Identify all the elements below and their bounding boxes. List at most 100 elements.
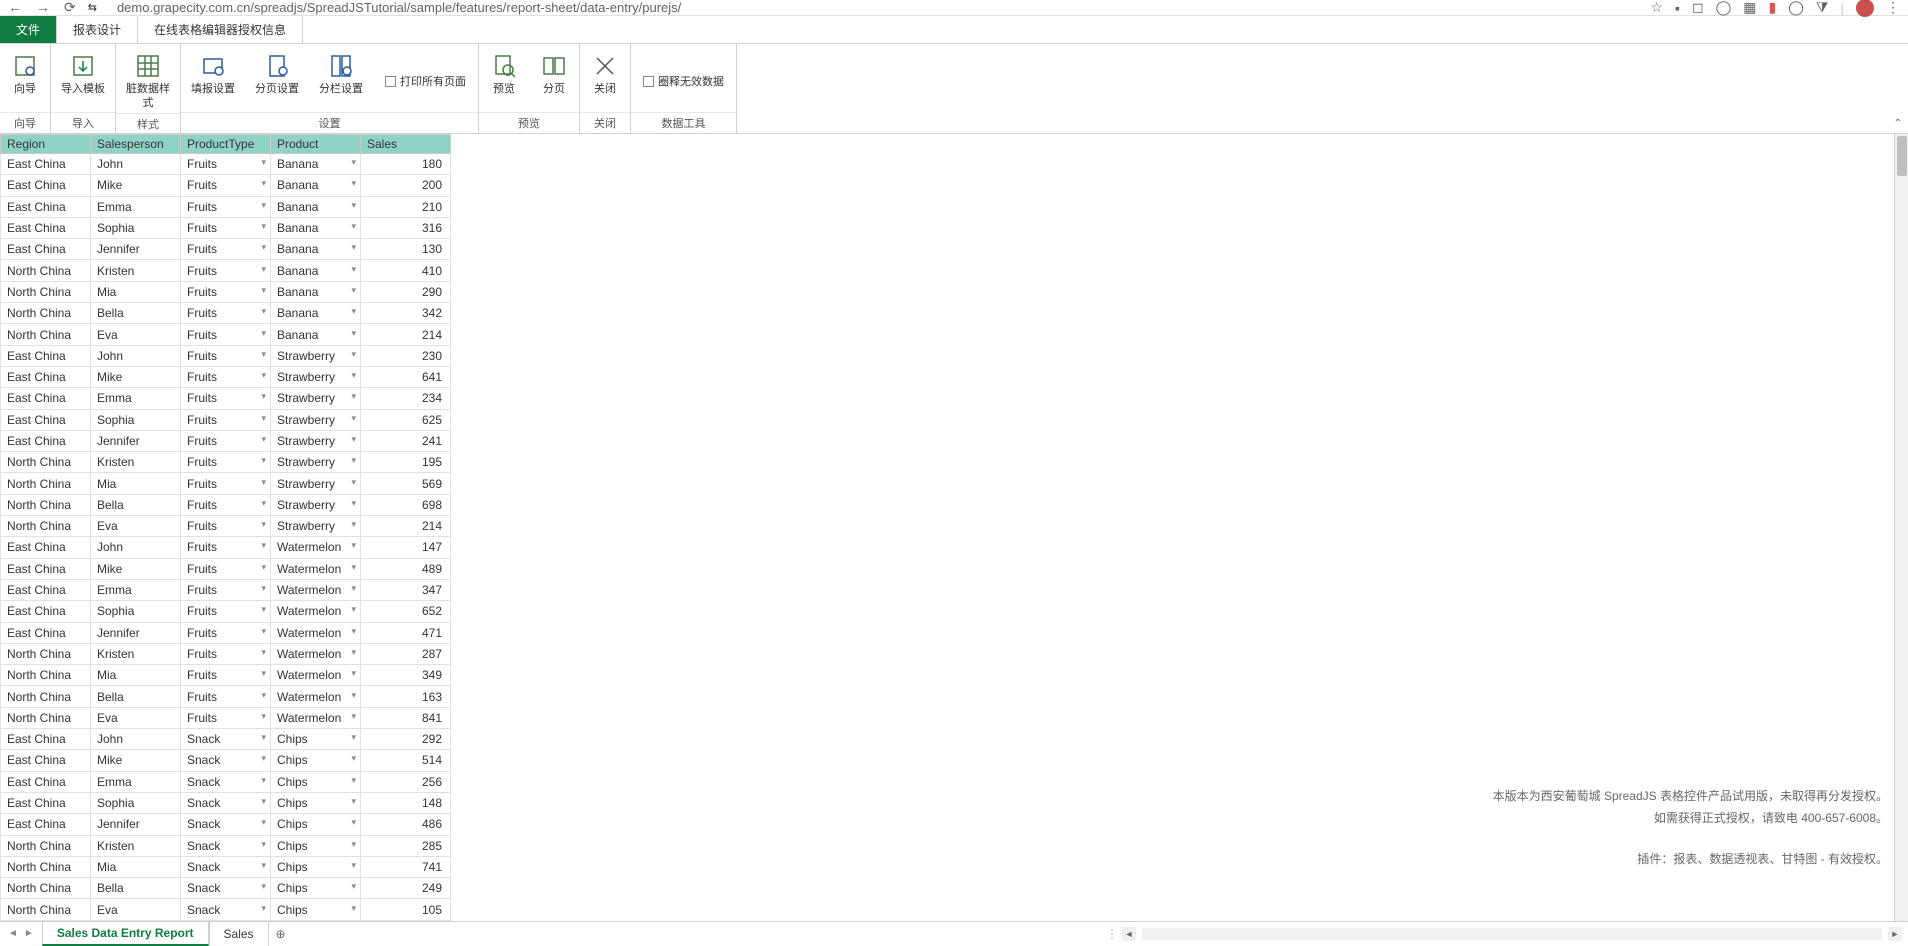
cell-region[interactable]: North China xyxy=(1,643,91,664)
fill-setting-button[interactable]: 填报设置 xyxy=(181,50,245,112)
cell-region[interactable]: East China xyxy=(1,217,91,238)
table-row[interactable]: North ChinaEvaFruitsWatermelon841 xyxy=(1,707,451,728)
cell-region[interactable]: East China xyxy=(1,175,91,196)
cell-product-dropdown[interactable]: Strawberry xyxy=(271,452,361,473)
cell-salesperson[interactable]: Jennifer xyxy=(91,622,181,643)
cell-product-dropdown[interactable]: Strawberry xyxy=(271,409,361,430)
cell-salesperson[interactable]: Mia xyxy=(91,665,181,686)
table-row[interactable]: East ChinaJenniferFruitsStrawberry241 xyxy=(1,430,451,451)
cell-product-dropdown[interactable]: Chips xyxy=(271,814,361,835)
tab-file[interactable]: 文件 xyxy=(0,16,57,43)
cell-sales[interactable]: 195 xyxy=(361,452,451,473)
cell-region[interactable]: East China xyxy=(1,558,91,579)
cell-region[interactable]: North China xyxy=(1,494,91,515)
cell-salesperson[interactable]: Kristen xyxy=(91,835,181,856)
cell-producttype-dropdown[interactable]: Snack xyxy=(181,878,271,899)
cell-product-dropdown[interactable]: Watermelon xyxy=(271,537,361,558)
cell-sales[interactable]: 287 xyxy=(361,643,451,664)
paginate-button[interactable]: 分页 xyxy=(529,50,579,112)
cell-product-dropdown[interactable]: Banana xyxy=(271,281,361,302)
cell-region[interactable]: North China xyxy=(1,707,91,728)
hscroll-grip-icon[interactable]: ⋮ xyxy=(1106,927,1118,941)
cell-region[interactable]: East China xyxy=(1,537,91,558)
cell-salesperson[interactable]: Sophia xyxy=(91,792,181,813)
cell-salesperson[interactable]: Eva xyxy=(91,899,181,921)
circle-invalid-checkbox[interactable]: 圈释无效数据 xyxy=(631,50,736,112)
cell-region[interactable]: North China xyxy=(1,516,91,537)
cell-region[interactable]: North China xyxy=(1,835,91,856)
cell-sales[interactable]: 163 xyxy=(361,686,451,707)
cell-product-dropdown[interactable]: Banana xyxy=(271,175,361,196)
cell-producttype-dropdown[interactable]: Snack xyxy=(181,750,271,771)
cell-product-dropdown[interactable]: Chips xyxy=(271,878,361,899)
col-producttype[interactable]: ProductType xyxy=(181,135,271,154)
cell-region[interactable]: North China xyxy=(1,452,91,473)
table-row[interactable]: East ChinaJenniferFruitsBanana130 xyxy=(1,239,451,260)
cell-producttype-dropdown[interactable]: Snack xyxy=(181,814,271,835)
cell-sales[interactable]: 147 xyxy=(361,537,451,558)
profile-avatar[interactable] xyxy=(1856,0,1874,17)
cell-sales[interactable]: 214 xyxy=(361,516,451,537)
cell-region[interactable]: North China xyxy=(1,324,91,345)
print-all-checkbox[interactable]: 打印所有页面 xyxy=(373,50,478,112)
table-row[interactable]: North ChinaMiaFruitsWatermelon349 xyxy=(1,665,451,686)
table-row[interactable]: North ChinaEvaFruitsStrawberry214 xyxy=(1,516,451,537)
cell-salesperson[interactable]: Sophia xyxy=(91,217,181,238)
cell-sales[interactable]: 349 xyxy=(361,665,451,686)
cell-region[interactable]: East China xyxy=(1,729,91,750)
cell-region[interactable]: East China xyxy=(1,409,91,430)
cell-producttype-dropdown[interactable]: Fruits xyxy=(181,239,271,260)
cell-salesperson[interactable]: Mia xyxy=(91,856,181,877)
cell-producttype-dropdown[interactable]: Fruits xyxy=(181,494,271,515)
cell-product-dropdown[interactable]: Chips xyxy=(271,771,361,792)
cell-region[interactable]: North China xyxy=(1,665,91,686)
sheet-next-icon[interactable]: ► xyxy=(24,928,34,939)
cell-product-dropdown[interactable]: Strawberry xyxy=(271,430,361,451)
cell-product-dropdown[interactable]: Banana xyxy=(271,303,361,324)
table-row[interactable]: North ChinaBellaFruitsWatermelon163 xyxy=(1,686,451,707)
close-button[interactable]: 关闭 xyxy=(580,50,630,112)
table-row[interactable]: East ChinaJohnFruitsBanana180 xyxy=(1,154,451,175)
cell-salesperson[interactable]: Emma xyxy=(91,388,181,409)
vertical-scrollbar[interactable] xyxy=(1894,134,1908,921)
cell-salesperson[interactable]: Emma xyxy=(91,771,181,792)
reload-icon[interactable]: ⟳ xyxy=(64,0,76,16)
cell-salesperson[interactable]: John xyxy=(91,537,181,558)
cell-sales[interactable]: 180 xyxy=(361,154,451,175)
cell-salesperson[interactable]: Jennifer xyxy=(91,239,181,260)
cell-sales[interactable]: 200 xyxy=(361,175,451,196)
cell-sales[interactable]: 214 xyxy=(361,324,451,345)
cell-producttype-dropdown[interactable]: Fruits xyxy=(181,537,271,558)
cell-product-dropdown[interactable]: Watermelon xyxy=(271,686,361,707)
cell-producttype-dropdown[interactable]: Fruits xyxy=(181,686,271,707)
cell-sales[interactable]: 241 xyxy=(361,430,451,451)
cell-product-dropdown[interactable]: Watermelon xyxy=(271,707,361,728)
table-row[interactable]: East ChinaSophiaSnackChips148 xyxy=(1,792,451,813)
cell-salesperson[interactable]: Kristen xyxy=(91,452,181,473)
scroll-thumb[interactable] xyxy=(1897,136,1907,176)
cell-sales[interactable]: 652 xyxy=(361,601,451,622)
cell-product-dropdown[interactable]: Strawberry xyxy=(271,473,361,494)
cell-salesperson[interactable]: Mike xyxy=(91,750,181,771)
cell-salesperson[interactable]: John xyxy=(91,729,181,750)
cell-region[interactable]: North China xyxy=(1,686,91,707)
cell-salesperson[interactable]: Kristen xyxy=(91,260,181,281)
cell-region[interactable]: East China xyxy=(1,430,91,451)
cell-region[interactable]: East China xyxy=(1,196,91,217)
ext-icon-4[interactable]: ▦ xyxy=(1743,0,1756,16)
cell-region[interactable]: North China xyxy=(1,473,91,494)
cell-region[interactable]: North China xyxy=(1,281,91,302)
cell-product-dropdown[interactable]: Strawberry xyxy=(271,345,361,366)
table-row[interactable]: North ChinaBellaFruitsStrawberry698 xyxy=(1,494,451,515)
cell-producttype-dropdown[interactable]: Fruits xyxy=(181,345,271,366)
cell-product-dropdown[interactable]: Watermelon xyxy=(271,601,361,622)
cell-sales[interactable]: 105 xyxy=(361,899,451,921)
cell-producttype-dropdown[interactable]: Fruits xyxy=(181,579,271,600)
cell-producttype-dropdown[interactable]: Fruits xyxy=(181,601,271,622)
cell-salesperson[interactable]: Sophia xyxy=(91,409,181,430)
table-row[interactable]: North ChinaMiaSnackChips741 xyxy=(1,856,451,877)
table-row[interactable]: East ChinaJohnFruitsStrawberry230 xyxy=(1,345,451,366)
cell-salesperson[interactable]: Jennifer xyxy=(91,814,181,835)
cell-region[interactable]: East China xyxy=(1,622,91,643)
cell-region[interactable]: East China xyxy=(1,750,91,771)
